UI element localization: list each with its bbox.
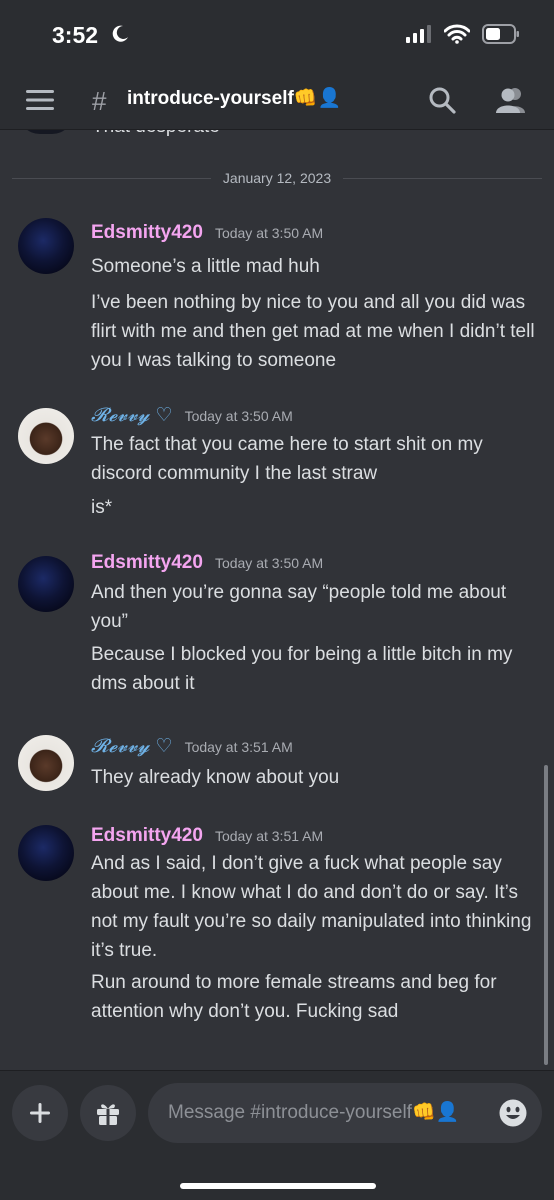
status-bar: 3:52: [0, 0, 554, 72]
message-header: Edsmitty420 Today at 3:51 AM: [91, 825, 323, 847]
message-text: I’ve been nothing by nice to you and all…: [91, 292, 535, 371]
status-time: 3:52: [52, 22, 99, 48]
message-list[interactable]: That desperate January 12, 2023 Edsmitty…: [0, 130, 554, 1070]
cutoff-message-text: That desperate: [92, 130, 220, 138]
hamburger-menu-icon[interactable]: [26, 89, 54, 111]
moon-icon: [112, 25, 128, 42]
message-text: And then you’re gonna say “people told m…: [91, 582, 507, 632]
message-text: Someone’s a little mad huh: [91, 256, 320, 277]
avatar[interactable]: [18, 556, 74, 612]
message-timestamp: Today at 3:50 AM: [214, 225, 324, 241]
message-header: Edsmitty420 Today at 3:50 AM: [91, 222, 323, 244]
emoji-icon[interactable]: [498, 1098, 528, 1128]
divider-line: [343, 177, 543, 179]
message-text: And as I said, I don’t give a fuck what …: [91, 853, 532, 961]
avatar[interactable]: [18, 130, 74, 134]
author-name[interactable]: Edsmitty420: [91, 552, 203, 574]
message-text: is*: [91, 497, 113, 518]
message-timestamp: Today at 3:51 AM: [214, 828, 324, 844]
gift-button[interactable]: [80, 1085, 136, 1141]
date-divider: January 12, 2023: [12, 168, 543, 188]
message-text: Because I blocked you for being a little…: [91, 644, 513, 694]
channel-hash-icon: #: [92, 86, 107, 116]
avatar[interactable]: [18, 218, 74, 274]
message-text: Run around to more female streams and be…: [91, 972, 497, 1022]
avatar[interactable]: [18, 408, 74, 464]
avatar[interactable]: [18, 825, 74, 881]
avatar[interactable]: [18, 735, 74, 791]
battery-icon: [482, 24, 519, 44]
wifi-icon: [444, 24, 470, 44]
message-header: Edsmitty420 Today at 3:50 AM: [91, 552, 323, 574]
author-name[interactable]: Edsmitty420: [91, 222, 203, 244]
plus-icon: [30, 1103, 50, 1123]
message-input-placeholder: Message #introduce-yourself👊👤: [168, 1102, 460, 1123]
message-header: 𝓡𝓮𝓿𝓿𝔂 ♡ Today at 3:51 AM: [91, 735, 293, 757]
message-timestamp: Today at 3:50 AM: [214, 555, 324, 571]
add-attachment-button[interactable]: [12, 1085, 68, 1141]
home-indicator[interactable]: [180, 1183, 376, 1189]
status-icons: [406, 24, 520, 44]
author-name-text: 𝓡𝓮𝓿𝓿𝔂: [91, 735, 150, 757]
gift-icon: [97, 1104, 119, 1125]
message-text: They already know about you: [91, 767, 340, 788]
divider-line: [12, 177, 211, 179]
signal-icon: [406, 25, 431, 43]
search-icon[interactable]: [428, 86, 456, 114]
author-name-text: 𝓡𝓮𝓿𝓿𝔂: [91, 404, 150, 426]
channel-header: # introduce-yourself👊👤: [0, 72, 554, 130]
message-input[interactable]: Message #introduce-yourself👊👤: [148, 1083, 542, 1143]
scrollbar[interactable]: [544, 765, 548, 1065]
date-divider-label: January 12, 2023: [222, 170, 332, 186]
author-name[interactable]: 𝓡𝓮𝓿𝓿𝔂 ♡: [91, 404, 173, 426]
heart-icon: ♡: [155, 735, 173, 757]
message-text: The fact that you came here to start shi…: [91, 434, 483, 484]
message-timestamp: Today at 3:51 AM: [184, 739, 293, 755]
message-header: 𝓡𝓮𝓿𝓿𝔂 ♡ Today at 3:50 AM: [91, 404, 293, 426]
heart-icon: ♡: [155, 404, 173, 426]
message-composer: Message #introduce-yourself👊👤: [0, 1070, 554, 1200]
members-icon[interactable]: [495, 86, 527, 114]
author-name[interactable]: Edsmitty420: [91, 825, 203, 847]
author-name[interactable]: 𝓡𝓮𝓿𝓿𝔂 ♡: [91, 735, 173, 757]
channel-name[interactable]: introduce-yourself👊👤: [127, 86, 341, 110]
message-timestamp: Today at 3:50 AM: [184, 408, 293, 424]
